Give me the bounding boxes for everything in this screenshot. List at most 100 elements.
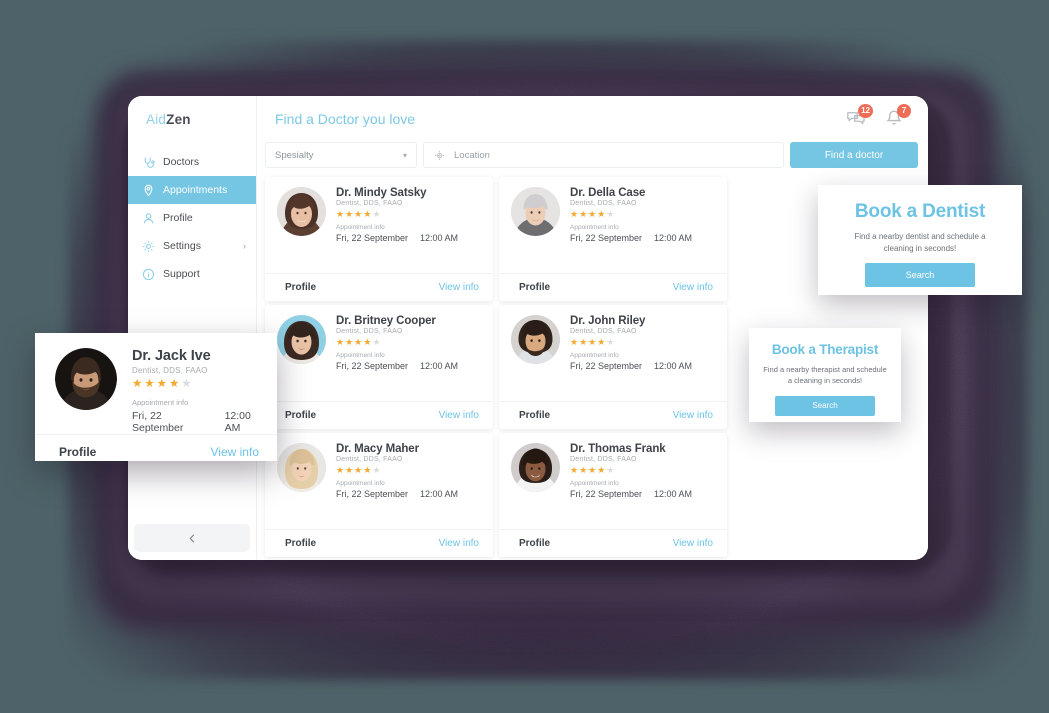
star-icon: ★ [588,337,597,347]
doctor-specialty: Dentist, DDS, FAAO [336,328,403,335]
profile-link[interactable]: Profile [519,282,550,293]
promo-description: Find a nearby dentist and schedule a cle… [854,232,986,253]
doctor-card-grid: Dr. Mindy Satsky Dentist, DDS, FAAO ★ ★ ★ ★… [265,177,727,560]
notifications-badge: 7 [897,104,911,118]
view-info-link[interactable]: View info [673,538,713,549]
promo-book-dentist[interactable]: Book a Dentist Find a nearby dentist and… [818,185,1022,295]
doctor-name: Dr. Thomas Frank [570,443,666,455]
profile-link[interactable]: Profile [59,445,96,459]
rating-stars: ★ ★ ★ ★ ★ [570,210,717,219]
appointment-date: Fri, 22 September [570,361,643,371]
find-a-doctor-button[interactable]: Find a doctor [790,142,918,168]
appointment-row: Fri, 22 September 12:00 AM [570,233,717,243]
profile-link[interactable]: Profile [285,538,316,549]
view-info-link[interactable]: View info [211,445,259,459]
doctor-specialty: Dentist, DDS, FAAO [570,328,637,335]
avatar [511,315,560,364]
promo-search-button[interactable]: Search [775,395,875,416]
star-icon: ★ [372,209,381,219]
brand-logo[interactable]: Aid Zen [128,96,256,142]
view-info-link[interactable]: View info [439,282,479,293]
location-field[interactable] [423,142,784,168]
featured-doctor-card[interactable]: Dr. Jack Ive Dentist, DDS, FAAO ★ ★ ★ ★ ★ Ap… [35,333,277,461]
star-icon: ★ [354,209,363,219]
doctor-specialty: Dentist, DDS, FAAO [132,366,208,375]
appointment-row: Fri, 22 September 12:00 AM [336,233,483,243]
rating-stars: ★ ★ ★ ★ ★ [336,210,483,219]
sidebar-item-settings[interactable]: Settings › [128,232,256,260]
doctor-card-footer: Profile View info [499,529,727,557]
sidebar-item-profile[interactable]: Profile [128,204,256,232]
star-icon: ★ [336,209,345,219]
notifications-button[interactable]: 7 [884,104,911,129]
appointment-row: Fri, 22 September 12:00 AM [570,361,717,371]
doctor-card-footer: Profile View info [265,273,493,301]
star-icon: ★ [354,465,363,475]
star-icon: ★ [168,378,180,390]
messages-badge: 12 [858,104,873,118]
view-info-link[interactable]: View info [673,282,713,293]
table-row[interactable]: Dr. Della Case Dentist, DDS, FAAO ★ ★ ★ ★ ★ … [499,177,727,301]
promo-search-button[interactable]: Search [865,263,975,288]
sidebar-item-support[interactable]: Support [128,260,256,288]
sidebar-label-doctors: Doctors [163,156,200,168]
doctor-card-footer: Profile View info [499,401,727,429]
profile-link[interactable]: Profile [285,410,316,421]
table-row[interactable]: Dr. John Riley Dentist, DDS, FAAO ★ ★ ★ ★ ★ … [499,305,727,429]
sidebar-collapse-button[interactable] [134,524,250,552]
location-input[interactable] [452,148,773,162]
table-row[interactable]: Dr. Britney Cooper Dentist, DDS, FAAO ★ ★… [265,305,493,429]
doctor-specialty: Dentist, DDS, FAAO [336,200,403,207]
star-icon: ★ [181,378,192,390]
star-icon: ★ [363,337,372,347]
brand-aid: Aid [146,111,167,127]
appointment-date: Fri, 22 September [570,489,643,499]
star-icon: ★ [132,378,143,390]
star-icon: ★ [597,209,606,219]
profile-link[interactable]: Profile [519,410,550,421]
appointment-info-label: Appointment info [336,224,385,231]
table-row[interactable]: Dr. Mindy Satsky Dentist, DDS, FAAO ★ ★ ★ ★… [265,177,493,301]
doctor-card-body: Dr. Mindy Satsky Dentist, DDS, FAAO ★ ★ ★ ★… [265,177,493,273]
appointment-date: Fri, 22 September [570,233,643,243]
star-icon: ★ [570,337,579,347]
doctor-info: Dr. Thomas Frank Dentist, DDS, FAAO ★ ★ ★ ★… [570,443,717,529]
sidebar-item-appointments[interactable]: Appointments [128,176,256,204]
doctor-info: Dr. Della Case Dentist, DDS, FAAO ★ ★ ★ ★ ★ … [570,187,717,273]
appointment-time: 12:00 AM [654,489,693,499]
map-pin-icon [142,184,155,197]
view-info-link[interactable]: View info [673,410,713,421]
sidebar-label-profile: Profile [163,212,193,224]
appointment-info-label: Appointment info [570,352,619,359]
messages-button[interactable]: 12 [846,104,873,129]
avatar [511,187,560,236]
appointment-info-label: Appointment info [570,480,619,487]
profile-link[interactable]: Profile [519,538,550,549]
appointment-date: Fri, 22 September [336,361,409,371]
table-row[interactable]: Dr. Thomas Frank Dentist, DDS, FAAO ★ ★ ★ ★… [499,433,727,557]
specialty-select[interactable]: Spesialty ▾ [265,142,417,168]
star-icon: ★ [606,337,615,347]
star-icon: ★ [372,465,381,475]
sidebar-label-settings: Settings [163,240,201,252]
appointment-row: Fri, 22 September 12:00 AM [132,410,265,434]
sidebar-item-doctors[interactable]: Doctors [128,148,256,176]
sidebar-label-support: Support [163,268,200,280]
brand-zen: Zen [166,111,191,127]
view-info-link[interactable]: View info [439,410,479,421]
specialty-select-value: Spesialty [275,149,314,161]
chevron-left-icon [189,533,194,543]
appointment-time: 12:00 AM [654,233,693,243]
appointment-time: 12:00 AM [224,409,251,434]
appointment-time: 12:00 AM [654,361,693,371]
table-row[interactable]: Dr. Macy Maher Dentist, DDS, FAAO ★ ★ ★ ★ ★ … [265,433,493,557]
profile-link[interactable]: Profile [285,282,316,293]
location-target-icon [434,150,445,160]
page-title: Find a Doctor you love [275,111,416,127]
star-icon: ★ [579,209,588,219]
appointment-row: Fri, 22 September 12:00 AM [336,361,483,371]
doctor-card-footer: Profile View info [35,433,277,462]
promo-book-therapist[interactable]: Book a Therapist Find a nearby therapist… [749,328,901,422]
doctor-card-body: Dr. Della Case Dentist, DDS, FAAO ★ ★ ★ ★ ★ … [499,177,727,273]
view-info-link[interactable]: View info [439,538,479,549]
